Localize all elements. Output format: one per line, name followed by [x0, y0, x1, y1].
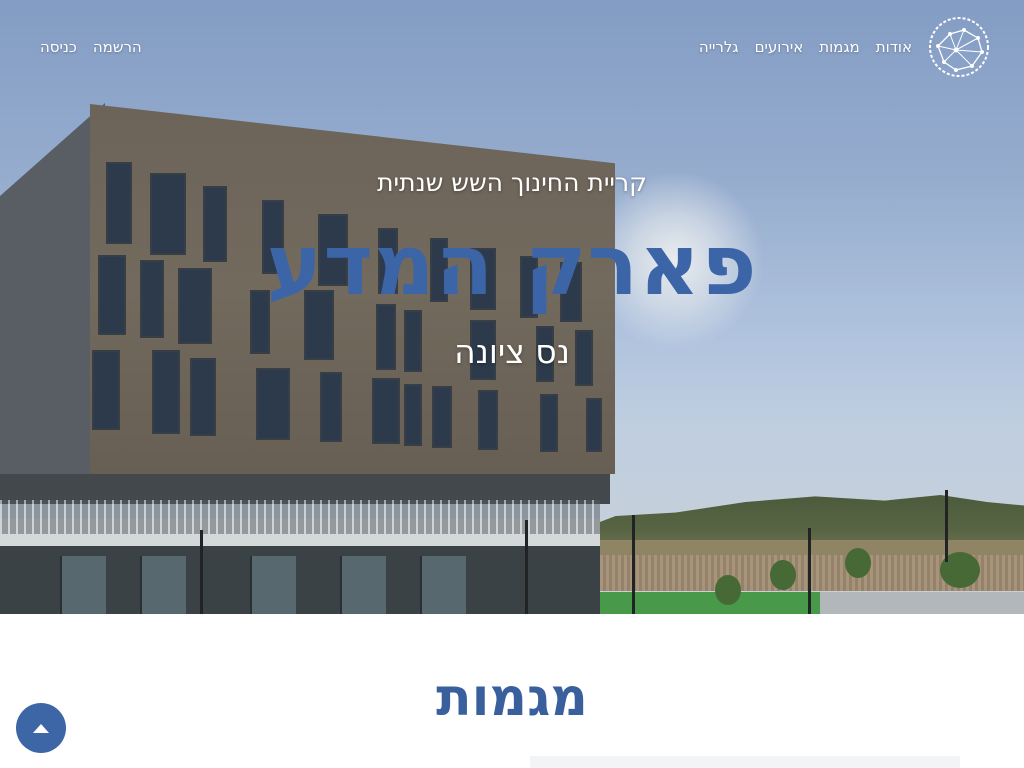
hero-kicker: קריית החינוך השש שנתית	[377, 168, 647, 197]
nav-item-events[interactable]: אירועים	[755, 38, 804, 56]
hero-subtitle: נס ציונה	[454, 332, 570, 371]
card-top-edge	[530, 756, 960, 768]
register-link[interactable]: הרשמה	[93, 38, 142, 56]
auth-nav: הרשמה כניסה	[40, 38, 142, 56]
arrow-up-icon	[33, 723, 49, 733]
hero-title: פארק המדע	[266, 216, 758, 314]
nav-item-majors[interactable]: מגמות	[819, 38, 860, 56]
nav-item-gallery[interactable]: גלרייה	[699, 38, 739, 56]
main-nav: אודות מגמות אירועים גלרייה	[699, 38, 912, 56]
login-link[interactable]: כניסה	[40, 38, 77, 56]
globe-network-icon[interactable]	[928, 16, 990, 78]
nav-item-about[interactable]: אודות	[876, 38, 912, 56]
section-title: מגמות	[436, 668, 588, 728]
scroll-top-button[interactable]	[16, 703, 66, 753]
